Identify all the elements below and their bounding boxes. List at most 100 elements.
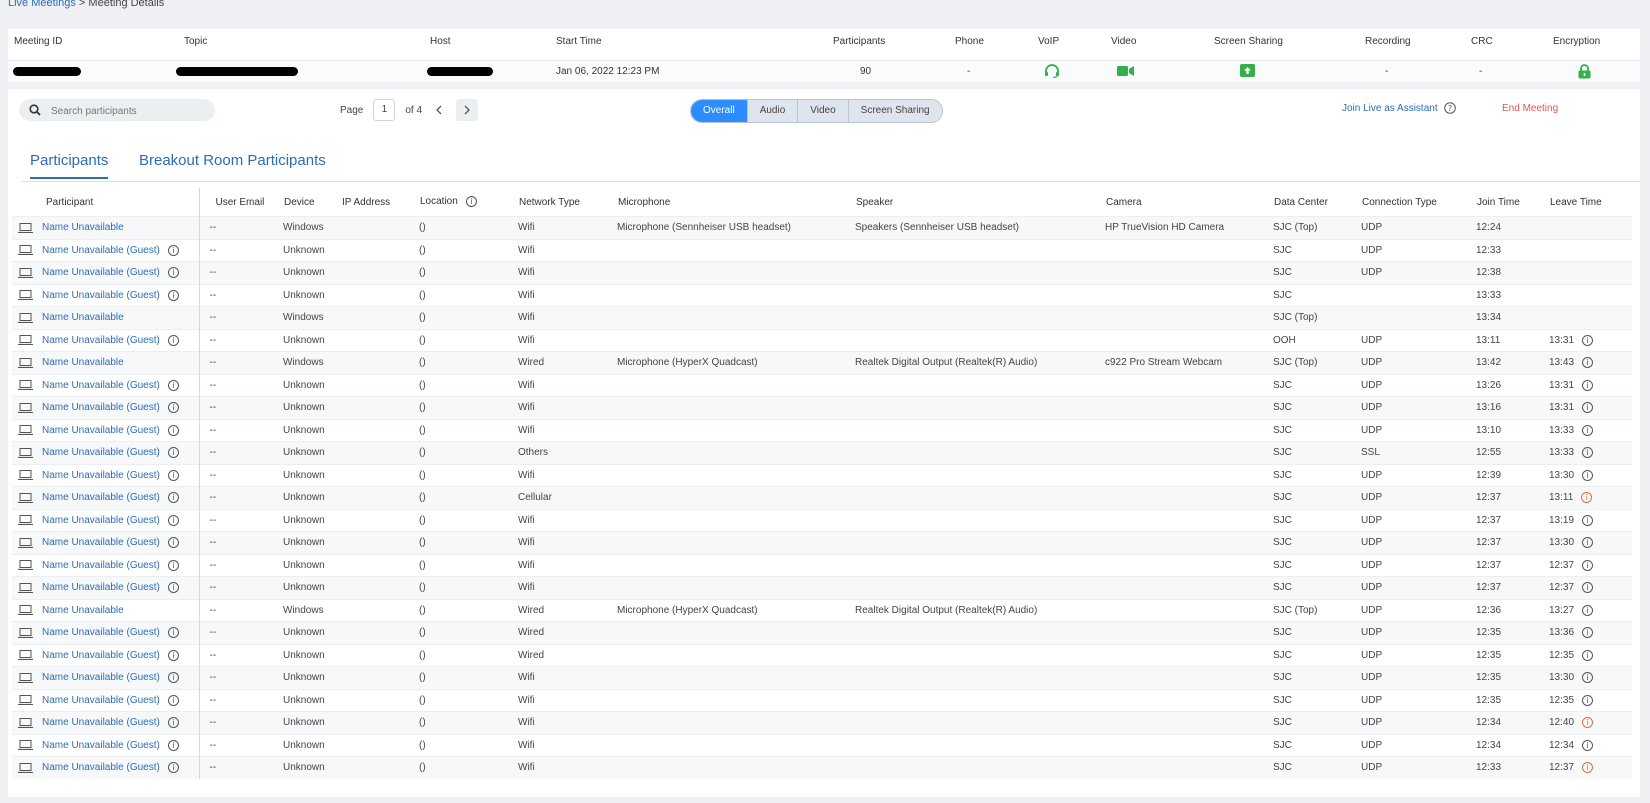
table-row[interactable]: Name Unavailable (Guest) i -- Unknown () Wifi… [12, 554, 1632, 577]
participant-name-link[interactable]: Name Unavailable [42, 357, 124, 368]
col-data-center[interactable]: Data Center [1273, 188, 1361, 217]
join-live-as-assistant-link[interactable]: Join Live as Assistant [1342, 103, 1438, 114]
col-device[interactable]: Device [283, 188, 341, 217]
participant-name-link[interactable]: Name Unavailable (Guest) [42, 245, 160, 256]
search-input[interactable] [49, 102, 203, 120]
prev-page-button[interactable] [428, 99, 450, 121]
table-row[interactable]: Name Unavailable (Guest) i -- Unknown () Wifi… [12, 576, 1632, 599]
table-row[interactable]: Name Unavailable (Guest) i -- Unknown () Wifi… [12, 396, 1632, 419]
table-row[interactable]: Name Unavailable -- Windows () Wired Micropho… [12, 599, 1632, 622]
guest-info-icon[interactable]: i [167, 334, 179, 346]
participant-name-link[interactable]: Name Unavailable (Guest) [42, 672, 160, 683]
guest-info-icon[interactable]: i [167, 514, 179, 526]
participant-name-link[interactable]: Name Unavailable [42, 605, 124, 616]
guest-info-icon[interactable]: i [167, 289, 179, 301]
participant-name-link[interactable]: Name Unavailable (Guest) [42, 740, 160, 751]
search-box[interactable] [19, 99, 215, 121]
table-row[interactable]: Name Unavailable (Guest) i -- Unknown () Wifi… [12, 734, 1632, 757]
leave-info-icon[interactable]: i [1582, 357, 1594, 369]
col-network-type[interactable]: Network Type [518, 188, 617, 217]
participant-name-link[interactable]: Name Unavailable (Guest) [42, 492, 160, 503]
tab-breakout-room-participants[interactable]: Breakout Room Participants [139, 152, 326, 169]
guest-info-icon[interactable]: i [167, 694, 179, 706]
leave-info-icon[interactable]: i [1582, 672, 1594, 684]
col-participant[interactable]: Participant [12, 188, 200, 217]
filter-video-button[interactable]: Video [797, 100, 848, 122]
table-row[interactable]: Name Unavailable (Guest) i -- Unknown () Othe… [12, 441, 1632, 464]
col-speaker[interactable]: Speaker [855, 188, 1105, 217]
guest-info-icon[interactable]: i [167, 672, 179, 684]
help-icon[interactable]: ? [1444, 102, 1456, 117]
table-row[interactable]: Name Unavailable (Guest) i -- Unknown () Wifi… [12, 329, 1632, 352]
col-microphone[interactable]: Microphone [617, 188, 855, 217]
participant-name-link[interactable]: Name Unavailable (Guest) [42, 717, 160, 728]
leave-info-icon[interactable]: i [1582, 582, 1594, 594]
guest-info-icon[interactable]: i [167, 649, 179, 661]
table-row[interactable]: Name Unavailable (Guest) i -- Unknown () Wire… [12, 621, 1632, 644]
table-row[interactable]: Name Unavailable (Guest) i -- Unknown () Wire… [12, 644, 1632, 667]
location-info-icon[interactable]: i [465, 196, 477, 208]
leave-info-icon[interactable]: i [1582, 627, 1594, 639]
col-location[interactable]: Location [420, 197, 458, 208]
leave-info-icon[interactable]: i [1582, 694, 1594, 706]
guest-info-icon[interactable]: i [167, 492, 179, 504]
participant-name-link[interactable]: Name Unavailable (Guest) [42, 582, 160, 593]
end-meeting-link[interactable]: End Meeting [1502, 103, 1558, 114]
col-camera[interactable]: Camera [1105, 188, 1273, 217]
participant-name-link[interactable]: Name Unavailable (Guest) [42, 560, 160, 571]
participant-name-link[interactable]: Name Unavailable (Guest) [42, 650, 160, 661]
leave-info-icon[interactable]: i [1582, 402, 1594, 414]
guest-info-icon[interactable]: i [167, 582, 179, 594]
participant-name-link[interactable]: Name Unavailable (Guest) [42, 470, 160, 481]
leave-warning-icon[interactable]: i [1581, 492, 1593, 504]
col-connection-type[interactable]: Connection Type [1361, 188, 1476, 217]
table-row[interactable]: Name Unavailable (Guest) i -- Unknown () Wifi… [12, 711, 1632, 734]
table-row[interactable]: Name Unavailable -- Windows () Wired Micropho… [12, 351, 1632, 374]
participant-name-link[interactable]: Name Unavailable (Guest) [42, 290, 160, 301]
guest-info-icon[interactable]: i [167, 379, 179, 391]
col-join-time[interactable]: Join Time [1476, 188, 1549, 217]
leave-info-icon[interactable]: i [1582, 514, 1594, 526]
table-row[interactable]: Name Unavailable (Guest) i -- Unknown () Wifi… [12, 756, 1632, 779]
guest-info-icon[interactable]: i [167, 627, 179, 639]
table-row[interactable]: Name Unavailable (Guest) i -- Unknown () Wifi… [12, 239, 1632, 262]
col-user-email[interactable]: User Email [199, 188, 283, 217]
participant-name-link[interactable]: Name Unavailable (Guest) [42, 402, 160, 413]
guest-info-icon[interactable]: i [167, 402, 179, 414]
page-number-input[interactable]: 1 [373, 99, 396, 121]
guest-info-icon[interactable]: i [167, 717, 179, 729]
participant-name-link[interactable]: Name Unavailable (Guest) [42, 762, 160, 773]
table-row[interactable]: Name Unavailable (Guest) i -- Unknown () Wifi… [12, 464, 1632, 487]
participant-name-link[interactable]: Name Unavailable (Guest) [42, 627, 160, 638]
guest-info-icon[interactable]: i [167, 559, 179, 571]
leave-info-icon[interactable]: i [1582, 604, 1594, 616]
leave-info-icon[interactable]: i [1582, 649, 1594, 661]
col-ip-address[interactable]: IP Address [341, 188, 419, 217]
leave-info-icon[interactable]: i [1582, 537, 1594, 549]
leave-info-icon[interactable]: i [1582, 379, 1594, 391]
table-row[interactable]: Name Unavailable (Guest) i -- Unknown () Wifi… [12, 261, 1632, 284]
participant-name-link[interactable]: Name Unavailable (Guest) [42, 447, 160, 458]
participant-name-link[interactable]: Name Unavailable (Guest) [42, 537, 160, 548]
tab-participants[interactable]: Participants [30, 152, 109, 179]
leave-info-icon[interactable]: i [1582, 447, 1594, 459]
leave-warning-icon[interactable]: i [1582, 762, 1594, 774]
filter-screen-sharing-button[interactable]: Screen Sharing [847, 100, 942, 122]
leave-info-icon[interactable]: i [1582, 469, 1594, 481]
guest-info-icon[interactable]: i [167, 762, 179, 774]
participant-name-link[interactable]: Name Unavailable (Guest) [42, 425, 160, 436]
participant-name-link[interactable]: Name Unavailable (Guest) [42, 267, 160, 278]
guest-info-icon[interactable]: i [167, 537, 179, 549]
leave-info-icon[interactable]: i [1582, 739, 1594, 751]
guest-info-icon[interactable]: i [167, 244, 179, 256]
leave-info-icon[interactable]: i [1582, 424, 1594, 436]
guest-info-icon[interactable]: i [167, 447, 179, 459]
table-row[interactable]: Name Unavailable (Guest) i -- Unknown () Wifi… [12, 666, 1632, 689]
participant-name-link[interactable]: Name Unavailable (Guest) [42, 695, 160, 706]
table-row[interactable]: Name Unavailable (Guest) i -- Unknown () Wifi… [12, 689, 1632, 712]
guest-info-icon[interactable]: i [167, 424, 179, 436]
guest-info-icon[interactable]: i [167, 267, 179, 279]
table-row[interactable]: Name Unavailable (Guest) i -- Unknown () Wifi… [12, 374, 1632, 397]
leave-info-icon[interactable]: i [1582, 334, 1594, 346]
table-row[interactable]: Name Unavailable -- Windows () Wifi SJC (Top)… [12, 306, 1632, 329]
